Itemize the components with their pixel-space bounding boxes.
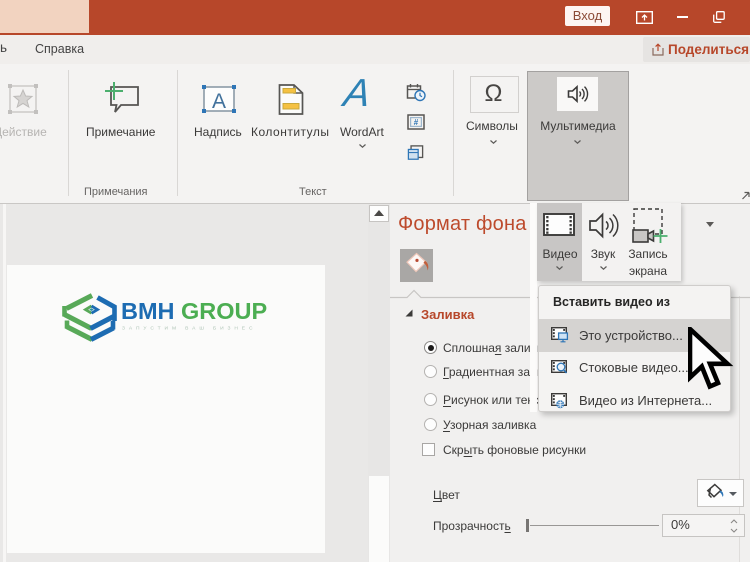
svg-text:GROUP: GROUP	[181, 298, 267, 324]
svg-text:BMH: BMH	[121, 298, 175, 324]
svg-text:A: A	[212, 90, 226, 113]
svg-text:#: #	[414, 118, 419, 127]
svg-text:ЗАПУСТИМ ВАШ БИЗНЕС: ЗАПУСТИМ ВАШ БИЗНЕС	[122, 326, 256, 332]
